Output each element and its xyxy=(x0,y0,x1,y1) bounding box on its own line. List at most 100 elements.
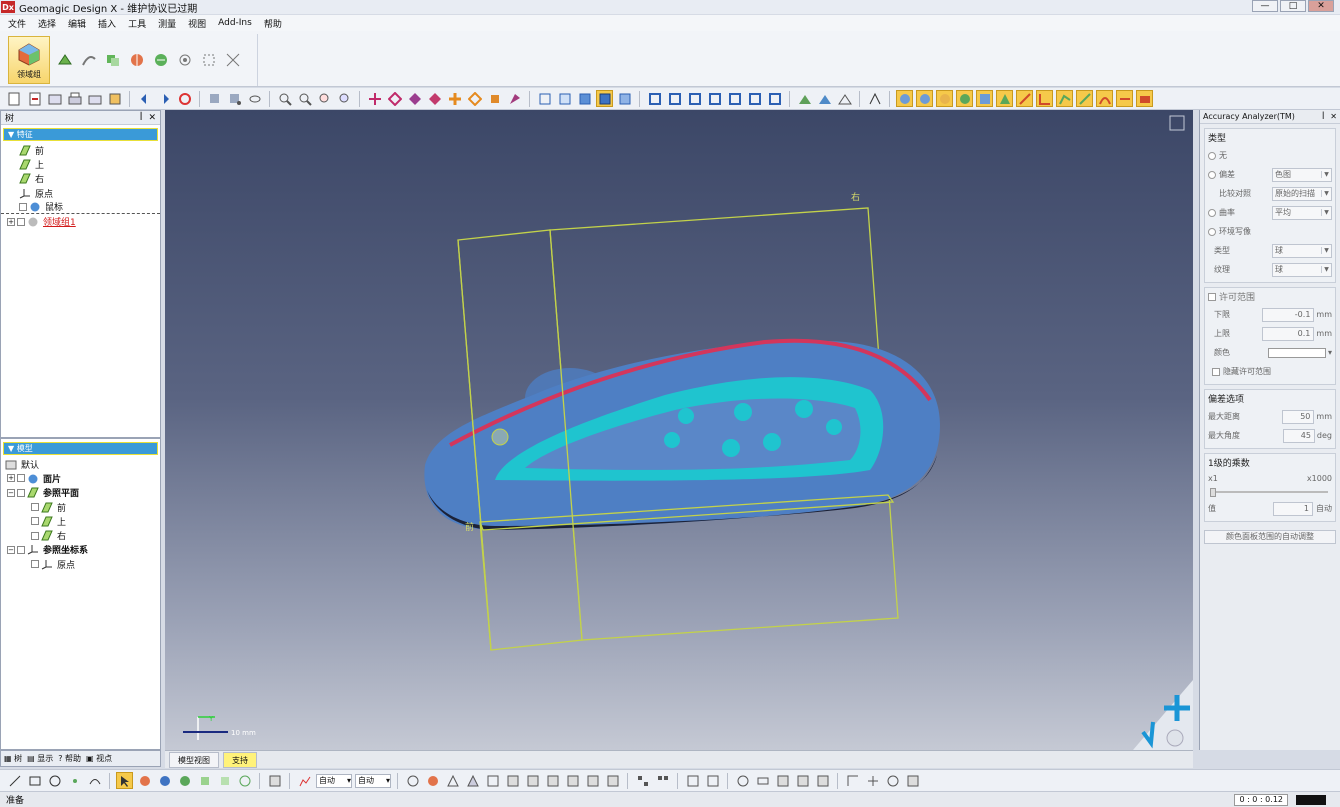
arc-icon[interactable] xyxy=(86,772,103,789)
radio-icon[interactable] xyxy=(1208,170,1216,179)
option-deviation[interactable]: 偏差 色图 ▼ xyxy=(1208,165,1332,184)
mesh-view-4-icon[interactable] xyxy=(706,90,723,107)
tree-item-front[interactable]: 前 xyxy=(1,143,160,157)
zoom-window-icon[interactable] xyxy=(316,90,333,107)
expand-viewport-icon[interactable] xyxy=(1169,115,1185,131)
tool-5-icon[interactable] xyxy=(814,772,831,789)
snap-11-icon[interactable] xyxy=(604,772,621,789)
export-icon[interactable] xyxy=(46,90,63,107)
region-group-button[interactable]: 领域组 xyxy=(8,36,50,84)
curvature-select[interactable]: 平均 ▼ xyxy=(1272,205,1332,220)
max-angle-input[interactable]: 45 xyxy=(1282,428,1315,443)
shaded-edges-icon[interactable] xyxy=(596,90,613,107)
checkbox-icon[interactable] xyxy=(31,517,39,526)
tab-display[interactable]: ▤ 显示 xyxy=(27,753,53,764)
3d-viewport[interactable]: 右 前 Y 10 mm xyxy=(165,110,1193,750)
close-icon[interactable]: ✕ xyxy=(1330,112,1337,121)
snap-4-icon[interactable] xyxy=(464,772,481,789)
mode-select-2[interactable]: 自动 ▾ xyxy=(355,773,391,788)
snap-2-icon[interactable] xyxy=(424,772,441,789)
undo-icon[interactable] xyxy=(136,90,153,107)
view-user-icon[interactable] xyxy=(486,90,503,107)
tool-3-icon[interactable] xyxy=(774,772,791,789)
hidden-line-icon[interactable] xyxy=(556,90,573,107)
pin-icon[interactable]: ꟾ xyxy=(140,113,143,123)
show-region-icon[interactable] xyxy=(1136,90,1153,107)
menu-addins[interactable]: Add-Ins xyxy=(218,18,252,28)
mesh-view-1-icon[interactable] xyxy=(646,90,663,107)
show-plane-icon[interactable] xyxy=(996,90,1013,107)
multiplier-input[interactable]: 1 xyxy=(1273,501,1313,516)
circle-icon[interactable] xyxy=(46,772,63,789)
grid-3-icon[interactable] xyxy=(684,772,701,789)
compare-select[interactable]: 原始的扫描 ▼ xyxy=(1272,186,1332,201)
menu-help[interactable]: 帮助 xyxy=(264,17,282,30)
point-icon[interactable] xyxy=(66,772,83,789)
expand-icon[interactable] xyxy=(176,51,194,69)
new-file-icon[interactable] xyxy=(6,90,23,107)
tab-help[interactable]: ? 帮助 xyxy=(58,753,81,764)
model-selected-node[interactable]: ▼ 模型 xyxy=(3,442,158,455)
insert-icon[interactable] xyxy=(152,51,170,69)
expand-icon[interactable]: − xyxy=(7,488,15,497)
checkbox-icon[interactable] xyxy=(17,488,25,497)
model-item-right[interactable]: 右 xyxy=(1,528,160,542)
measure-icon[interactable] xyxy=(866,90,883,107)
settings-icon[interactable] xyxy=(106,90,123,107)
define-icon[interactable] xyxy=(224,51,242,69)
tool-4-icon[interactable] xyxy=(794,772,811,789)
chevron-down-icon[interactable]: ▾ xyxy=(1328,348,1332,357)
show-surface-icon[interactable] xyxy=(956,90,973,107)
close-icon[interactable]: ✕ xyxy=(148,113,156,123)
view-iso-icon[interactable] xyxy=(446,90,463,107)
view-filter-icon[interactable] xyxy=(236,772,253,789)
mouse-mesh-model[interactable] xyxy=(424,338,940,530)
tree-item-origin[interactable]: 原点 xyxy=(1,186,160,200)
menu-tools[interactable]: 工具 xyxy=(128,17,146,30)
auto-adjust-button[interactable]: 颜色面板范围的自动调整 xyxy=(1204,530,1336,544)
zoom-fit-icon[interactable] xyxy=(276,90,293,107)
zoom-selection-icon[interactable] xyxy=(336,90,353,107)
lasso-select-icon[interactable] xyxy=(156,772,173,789)
mesh-view-3-icon[interactable] xyxy=(686,90,703,107)
select-filter-icon[interactable] xyxy=(226,90,243,107)
expand-icon[interactable]: + xyxy=(7,474,15,483)
rotate-icon[interactable] xyxy=(386,90,403,107)
show-dim-icon[interactable] xyxy=(1116,90,1133,107)
mesh-view-6-icon[interactable] xyxy=(746,90,763,107)
mode-select-1[interactable]: 自动 ▾ xyxy=(316,773,352,788)
checkbox-icon[interactable] xyxy=(31,531,39,540)
model-item-front[interactable]: 前 xyxy=(1,500,160,514)
model-item-top[interactable]: 上 xyxy=(1,514,160,528)
auto-toggle[interactable]: 自动 xyxy=(1316,503,1332,514)
view-orient-icon[interactable] xyxy=(506,90,523,107)
mesh-view-7-icon[interactable] xyxy=(766,90,783,107)
show-curve-icon[interactable] xyxy=(1096,90,1113,107)
tool-1-icon[interactable] xyxy=(734,772,751,789)
lower-limit-input[interactable]: -0.1 xyxy=(1262,307,1315,322)
snap-5-icon[interactable] xyxy=(484,772,501,789)
mesh-view-2-icon[interactable] xyxy=(666,90,683,107)
filter-icon[interactable] xyxy=(266,772,283,789)
brush-select-icon[interactable] xyxy=(80,51,98,69)
show-points-icon[interactable] xyxy=(936,90,953,107)
tab-viewpoint[interactable]: ▣ 视点 xyxy=(86,753,112,764)
grow-select-icon[interactable] xyxy=(176,772,193,789)
section-3-icon[interactable] xyxy=(836,90,853,107)
tree-selected-node[interactable]: ▼ 特征 xyxy=(3,128,158,141)
option-environment[interactable]: 环境写像 xyxy=(1208,222,1332,241)
pan-icon[interactable] xyxy=(366,90,383,107)
model-item-origin[interactable]: 原点 xyxy=(1,557,160,571)
option-none[interactable]: 无 xyxy=(1208,146,1332,165)
zoom-icon[interactable] xyxy=(296,90,313,107)
snap-9-icon[interactable] xyxy=(564,772,581,789)
color-picker[interactable] xyxy=(1267,347,1326,358)
section-2-icon[interactable] xyxy=(816,90,833,107)
model-item-ref-coords[interactable]: − 参照坐标系 xyxy=(1,543,160,557)
checkbox-icon[interactable] xyxy=(17,217,25,226)
model-item-ref-planes[interactable]: − 参照平面 xyxy=(1,486,160,500)
show-sketch-icon[interactable] xyxy=(1076,90,1093,107)
tool-9-icon[interactable] xyxy=(904,772,921,789)
checkbox-icon[interactable] xyxy=(17,474,25,483)
import-icon[interactable] xyxy=(26,90,43,107)
